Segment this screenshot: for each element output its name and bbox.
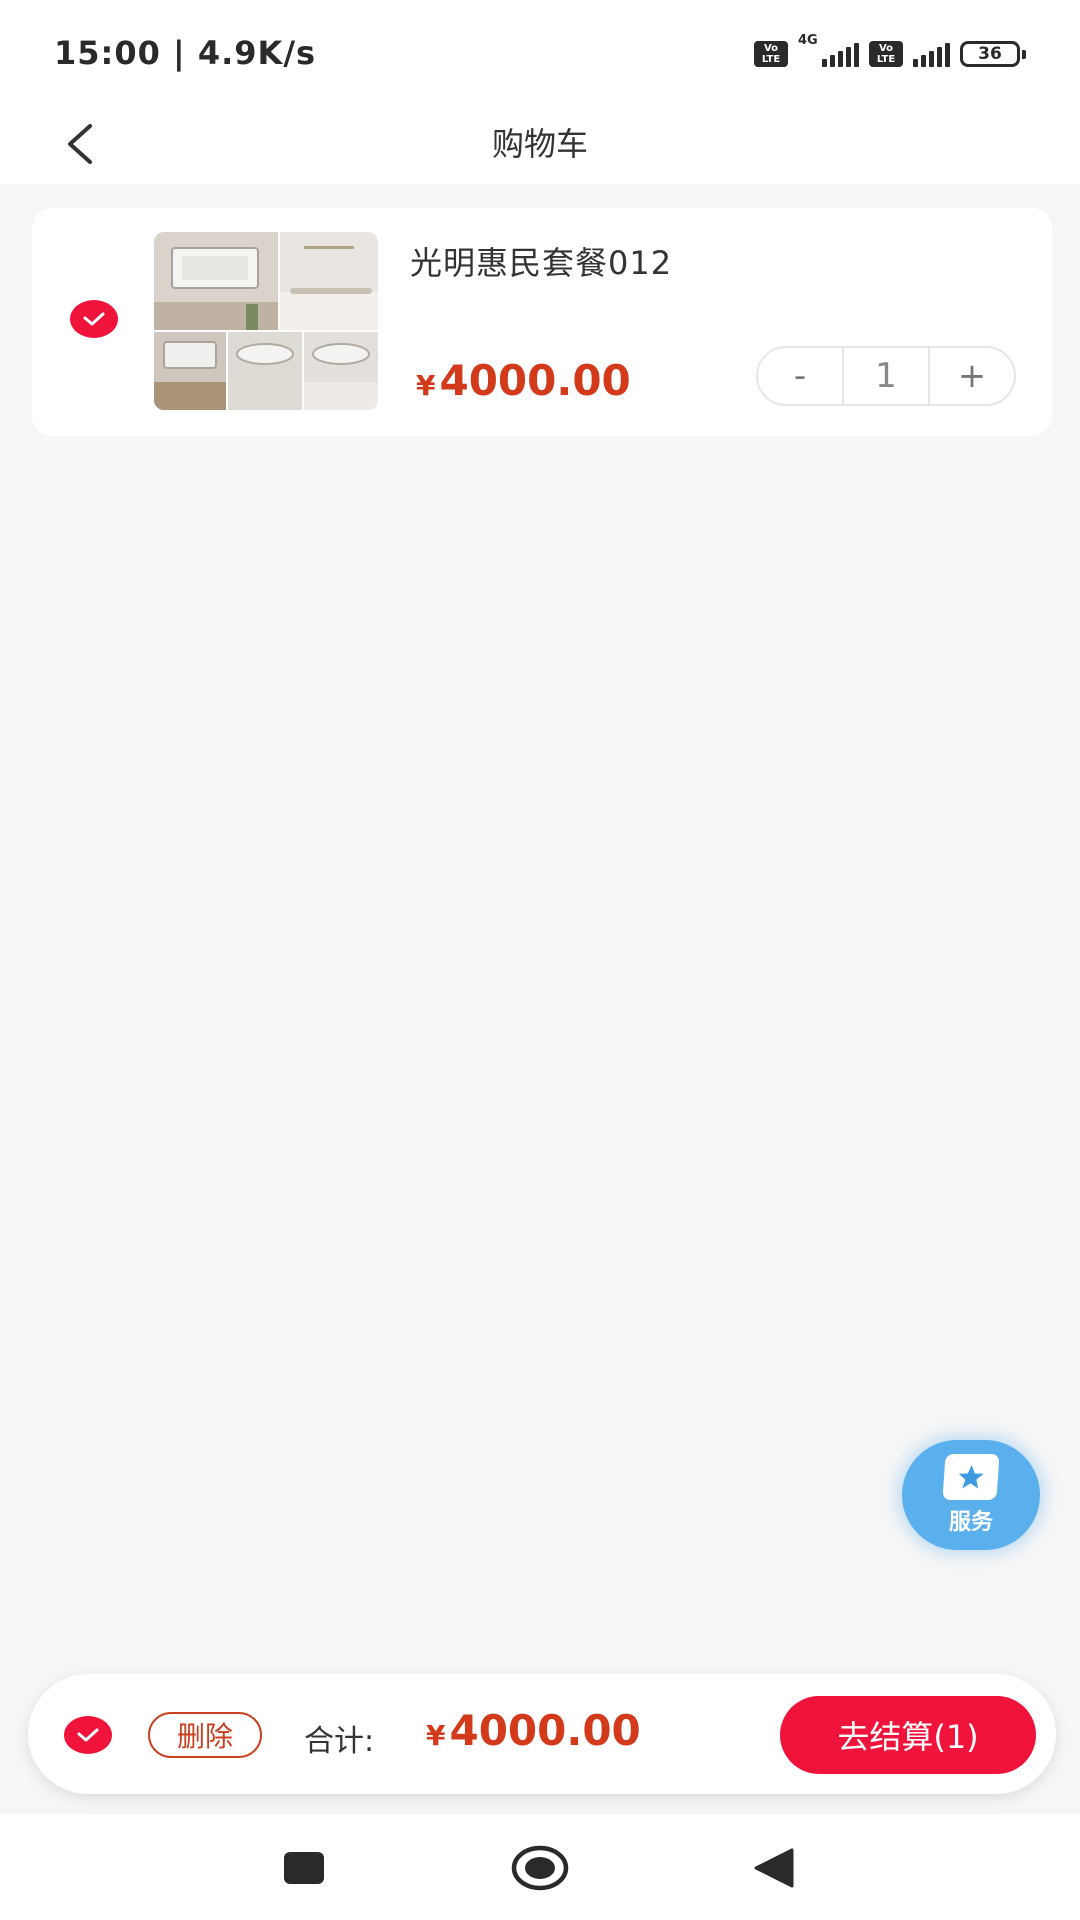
total-label: 合计: <box>304 1724 375 1759</box>
status-time: 15:00 | 4.9K/s <box>54 34 317 72</box>
total-price: ¥4000.00 <box>426 1706 641 1755</box>
signal-icon <box>822 41 859 67</box>
star-card-icon <box>942 1454 1000 1500</box>
check-icon <box>83 312 105 326</box>
total-price-currency: ¥ <box>426 1719 446 1752</box>
volte-icon-2: Vo LTE <box>869 41 903 67</box>
quantity-value[interactable]: 1 <box>842 348 930 404</box>
signal-icon-2 <box>913 41 950 67</box>
select-all-checkbox[interactable] <box>64 1716 112 1754</box>
increment-button[interactable]: + <box>930 348 1014 404</box>
square-icon[interactable] <box>274 1840 334 1896</box>
volte-icon: Vo LTE <box>754 41 788 67</box>
item-price: ¥4000.00 <box>416 356 631 405</box>
page-title: 购物车 <box>491 125 588 163</box>
service-label: 服务 <box>948 1510 993 1535</box>
delete-button[interactable]: 删除 <box>148 1712 262 1758</box>
service-button[interactable]: 服务 <box>902 1440 1040 1550</box>
item-price-amount: 4000.00 <box>439 356 631 405</box>
item-select-checkbox[interactable] <box>70 300 118 338</box>
total-price-amount: 4000.00 <box>449 1706 641 1755</box>
check-icon <box>77 1728 99 1742</box>
nav-bar: 购物车 <box>0 104 1080 184</box>
status-bar: 15:00 | 4.9K/s Vo LTE 4G Vo LTE 36 <box>0 0 1080 104</box>
cart-screen: 15:00 | 4.9K/s Vo LTE 4G Vo LTE 36 购物车 光… <box>0 0 1080 1920</box>
quantity-stepper: - 1 + <box>756 346 1016 406</box>
checkout-bar: 删除 合计: ¥4000.00 去结算(1) <box>28 1674 1056 1794</box>
checkout-button[interactable]: 去结算(1) <box>780 1696 1036 1774</box>
item-name[interactable]: 光明惠民套餐012 <box>410 238 672 284</box>
decrement-button[interactable]: - <box>758 348 842 404</box>
cart-item-card: 光明惠民套餐012 ¥4000.00 - 1 + <box>32 208 1052 436</box>
back-triangle-icon[interactable] <box>744 1840 804 1896</box>
system-nav-bar <box>0 1814 1080 1920</box>
product-thumbnail[interactable] <box>154 232 378 410</box>
item-price-currency: ¥ <box>416 369 436 402</box>
network-type: 4G <box>798 33 818 48</box>
home-circle-icon[interactable] <box>510 1840 570 1896</box>
status-icons: Vo LTE 4G Vo LTE 36 <box>754 33 1026 72</box>
battery-icon: 36 <box>960 41 1026 67</box>
